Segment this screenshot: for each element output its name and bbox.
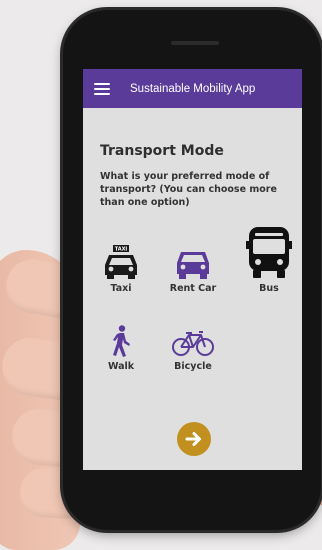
option-bicycle[interactable]: Bicycle (163, 317, 223, 372)
arrow-right-icon (185, 432, 201, 446)
taxi-sign: TAXI (115, 247, 128, 253)
option-taxi[interactable]: TAXI Taxi (91, 239, 151, 294)
app-title: Sustainable Mobility App (130, 82, 256, 95)
option-label: Walk (107, 361, 135, 372)
menu-icon[interactable] (94, 82, 110, 95)
app-bar: Sustainable Mobility App (83, 69, 302, 108)
option-rent-car[interactable]: Rent Car (163, 239, 223, 294)
next-button[interactable] (177, 422, 211, 456)
option-label: Rent Car (169, 283, 217, 294)
bus-icon (239, 227, 299, 279)
page-title: Transport Mode (100, 143, 224, 159)
option-walk[interactable]: Walk (91, 317, 151, 372)
option-label: Taxi (110, 283, 132, 294)
phone-frame: Sustainable Mobility App Transport Mode … (63, 10, 321, 530)
option-label: Bus (259, 283, 279, 294)
speaker-grille (171, 41, 219, 45)
option-bus[interactable]: Bus (239, 227, 299, 294)
car-icon (163, 239, 223, 279)
walk-icon (91, 317, 151, 357)
taxi-icon: TAXI (91, 239, 151, 279)
app-screen: Sustainable Mobility App Transport Mode … (83, 69, 302, 470)
bicycle-icon (163, 317, 223, 357)
option-label: Bicycle (174, 361, 212, 372)
question-text: What is your preferred mode of transport… (100, 171, 277, 208)
